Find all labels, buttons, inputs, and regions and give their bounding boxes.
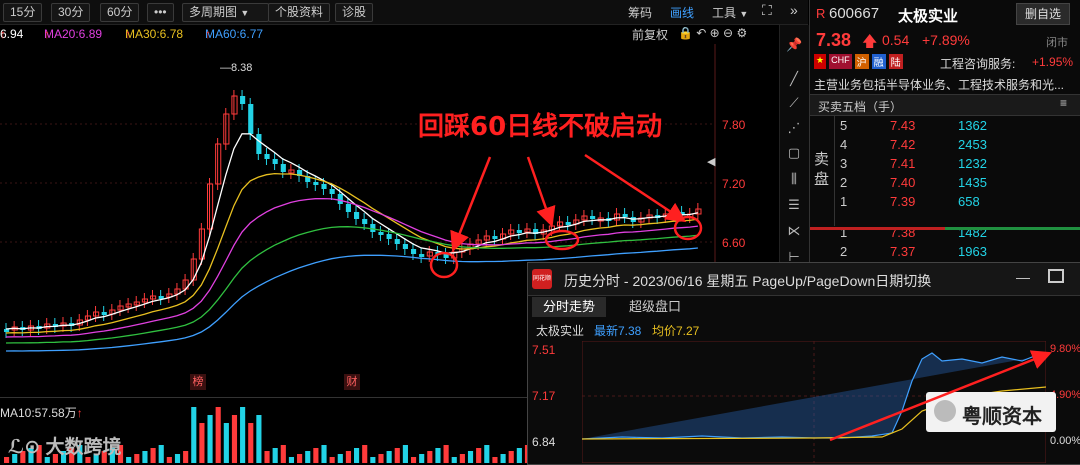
arrow-3 — [584, 153, 687, 223]
circle-3 — [673, 215, 703, 241]
arrow-1 — [450, 156, 492, 252]
arrow-2 — [526, 156, 556, 228]
circle-1 — [429, 251, 459, 279]
annotation-overlay — [429, 153, 1052, 442]
circle-2 — [544, 229, 580, 251]
arrow-4 — [829, 350, 1052, 442]
